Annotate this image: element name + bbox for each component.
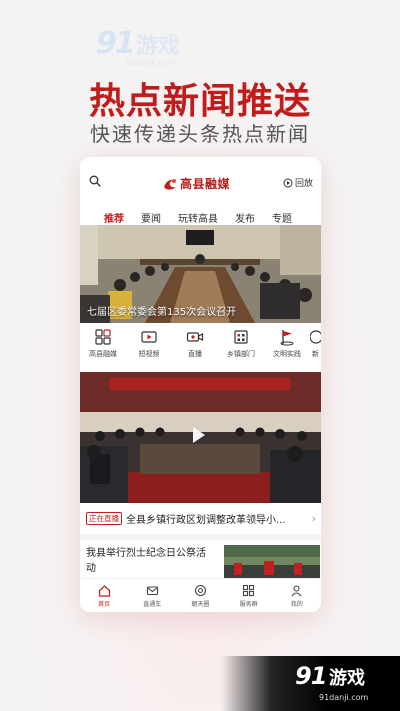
watermark-91: 91 [96, 26, 136, 61]
promo-headline: 热点新闻推送 [88, 80, 311, 122]
flag-icon [280, 330, 294, 346]
promo-subline: 快速传递头条热点新闻 [90, 122, 310, 146]
quick-label: 短视频 [138, 350, 160, 358]
quick-label: 直播 [188, 350, 202, 358]
nav-label: 直通车 [143, 601, 162, 608]
app-logo-text: 高县融媒 [180, 177, 231, 191]
nav-express[interactable]: 直通车 [128, 579, 176, 612]
home-icon [98, 585, 110, 597]
quick-icons: 高县融媒 短视频 直播 乡镇部门 文明实践 新 [80, 326, 321, 368]
quick-short-video[interactable]: 短视频 [126, 326, 172, 368]
quick-civilization[interactable]: 文明实践 [264, 326, 310, 368]
replay-button[interactable]: 回放 [283, 176, 313, 189]
news-title: 我县举行烈士纪念日公祭活动 [86, 548, 206, 574]
live-item[interactable]: 正在直播 全县乡镇行政区划调整改革领导小... › [86, 510, 316, 526]
user-icon [291, 585, 302, 597]
hero-caption: 七届区委常委会第135次会议召开 [87, 307, 237, 318]
hero-banner[interactable]: 七届区委常委会第135次会议召开 [80, 225, 321, 323]
quick-more[interactable]: 新 [310, 326, 321, 368]
watermark-url-bottom: 91danji.com [319, 693, 369, 702]
phone-screen: 高县融媒 回放 推荐 要闻 玩转高县 发布 专题 七届区委常委会第135次会议召… [80, 157, 321, 612]
live-title: 全县乡镇行政区划调整改革领导小... [126, 514, 286, 526]
nav-label: 首页 [98, 601, 111, 608]
quick-label: 新 [312, 350, 319, 358]
bottom-nav: 首页 直通车 朝天圈 服务群 我的 [80, 578, 321, 612]
watermark-logo-bottom: 91 游戏 91danji.com [221, 656, 400, 711]
tab-gaoxian[interactable]: 玩转高县 [178, 210, 218, 225]
quick-gaoxian-media[interactable]: 高县融媒 [80, 326, 126, 368]
watermark-url-top: 91danji.com [126, 58, 176, 67]
nav-label: 服务群 [239, 601, 258, 608]
app-logo: 高县融媒 [162, 175, 230, 192]
news-item[interactable]: 我县举行烈士纪念日公祭活动 [86, 545, 320, 579]
tab-topics[interactable]: 专题 [272, 210, 292, 225]
search-icon[interactable] [89, 175, 101, 187]
news-thumbnail-photo [224, 545, 320, 578]
divider [80, 534, 321, 540]
nav-services[interactable]: 服务群 [225, 579, 273, 612]
nav-label: 朝天圈 [191, 601, 210, 608]
circle-icon [194, 584, 207, 597]
quick-label: 乡镇部门 [227, 350, 255, 358]
news-thumbnail [224, 545, 320, 578]
live-video[interactable] [80, 372, 321, 503]
tab-release[interactable]: 发布 [235, 210, 255, 225]
tab-news[interactable]: 要闻 [141, 210, 161, 225]
tab-recommend[interactable]: 推荐 [104, 210, 124, 232]
replay-label: 回放 [294, 179, 313, 189]
building-icon [234, 330, 248, 344]
play-icon[interactable] [193, 427, 205, 443]
video-icon [141, 331, 157, 343]
quick-live[interactable]: 直播 [172, 326, 218, 368]
mail-icon [146, 586, 158, 596]
grid-icon [95, 329, 111, 345]
services-icon [243, 584, 255, 597]
nav-label: 我的 [290, 601, 303, 608]
quick-township[interactable]: 乡镇部门 [218, 326, 264, 368]
app-header: 高县融媒 回放 [80, 157, 321, 203]
nav-mine[interactable]: 我的 [273, 579, 321, 612]
more-icon [310, 330, 321, 344]
nav-home[interactable]: 首页 [80, 579, 128, 612]
logo-mark-icon [164, 178, 176, 190]
live-badge: 正在直播 [86, 511, 122, 525]
nav-circle[interactable]: 朝天圈 [176, 579, 224, 612]
replay-icon [283, 178, 293, 187]
quick-label: 文明实践 [273, 350, 301, 358]
watermark-91-bottom: 91 [295, 662, 327, 690]
live-camera-icon [186, 332, 204, 342]
watermark-cn: 游戏 [135, 33, 180, 59]
quick-label: 高县融媒 [89, 350, 117, 358]
chevron-right-icon: › [311, 512, 316, 525]
watermark-cn-bottom: 游戏 [329, 668, 365, 689]
watermark-logo-top: 91 游戏 [96, 26, 180, 61]
